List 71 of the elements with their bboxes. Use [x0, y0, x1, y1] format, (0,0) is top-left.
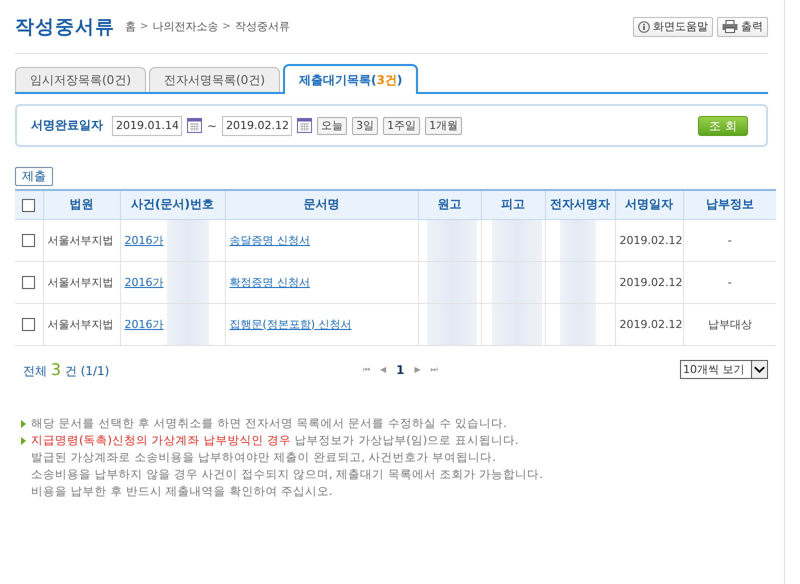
- table-cell: 납부대상: [683, 303, 776, 345]
- column-header: 전자서명자: [545, 190, 615, 219]
- document-link[interactable]: 확정증명 신청서: [230, 276, 310, 288]
- note-text: 소송비용을 납부하지 않을 경우 사건이 접수되지 않으며, 제출대기 목록에서 조회가 가능합니다.: [31, 466, 544, 482]
- table-cell: 서울서부지법: [43, 219, 120, 261]
- column-header: 납부정보: [683, 190, 776, 219]
- table-cell: 2019.02.12: [615, 219, 683, 261]
- page-number[interactable]: 1: [396, 362, 405, 376]
- select-all-checkbox[interactable]: [22, 198, 36, 212]
- redacted-area: [560, 304, 596, 344]
- range-separator: ~: [207, 118, 218, 132]
- redacted-area: [560, 220, 596, 260]
- range-button[interactable]: 오늘: [317, 116, 348, 134]
- redacted-area: [492, 304, 542, 344]
- page-title: 작성중서류: [15, 14, 115, 40]
- table-cell: -: [683, 219, 776, 261]
- table-cell: 서울서부지법: [43, 261, 120, 303]
- redacted-area: [426, 304, 476, 344]
- end-date-field[interactable]: 2019.02.12: [222, 116, 292, 136]
- note-text: 발급된 가상계좌로 소송비용을 납부하여야만 제출이 완료되고, 사건번호가 부여됩니다.: [31, 450, 497, 464]
- date-label: 서명완료일자: [31, 117, 103, 134]
- table-cell: 서울서부지법: [43, 303, 120, 345]
- help-button[interactable]: 화면도움말: [633, 16, 713, 36]
- note-text: 해당 문서를 선택한 후 서명취소를 하면 전자서명 목록에서 문서를 수정하실 수 있습니다.: [31, 416, 508, 430]
- dropdown-caret-icon: [751, 361, 767, 378]
- row-checkbox[interactable]: [22, 318, 36, 331]
- column-header: 문서명: [225, 190, 418, 219]
- row-checkbox[interactable]: [22, 234, 36, 247]
- column-header: 피고: [481, 190, 545, 219]
- redacted-area: [492, 220, 542, 260]
- range-button[interactable]: 1개월: [425, 116, 462, 134]
- column-header: 원고: [418, 190, 481, 219]
- column-header: 사건(문서)번호: [120, 190, 225, 219]
- print-button[interactable]: 출력: [717, 16, 768, 36]
- redacted-area: [426, 262, 476, 302]
- total-count: 전체 3 건 (1/1): [23, 360, 110, 380]
- printer-icon: [722, 20, 738, 33]
- tab[interactable]: 임시저장목록(0건): [15, 67, 146, 92]
- range-button[interactable]: 3일: [352, 116, 378, 134]
- bullet-icon: [21, 436, 26, 444]
- bullet-icon: [21, 420, 26, 428]
- note-text: 지급명령(독촉)신청의 가상계좌 납부방식인 경우 납부정보가 가상납부(임)으로 표시됩니다.: [31, 432, 520, 448]
- calendar-icon[interactable]: [187, 118, 202, 133]
- tab[interactable]: 제출대기목록(3건): [283, 64, 418, 94]
- column-header: 서명일자: [615, 190, 683, 219]
- breadcrumb-item[interactable]: 작성중서류: [234, 19, 290, 34]
- table-cell: 2019.02.12: [615, 303, 683, 345]
- calendar-icon[interactable]: [297, 118, 312, 133]
- table-cell: -: [683, 261, 776, 303]
- breadcrumb-item[interactable]: 나의전자소송: [152, 19, 218, 34]
- redacted-area: [560, 262, 596, 302]
- tab[interactable]: 전자서명목록(0건): [149, 67, 280, 92]
- redacted-area: [492, 262, 542, 302]
- redacted-area: [426, 220, 476, 260]
- table-cell: 2019.02.12: [615, 261, 683, 303]
- info-icon: [638, 20, 650, 32]
- document-link[interactable]: 집행문(정본포함) 신청서: [230, 318, 352, 330]
- breadcrumb-separator: >: [140, 21, 148, 32]
- start-date-field[interactable]: 2019.01.14: [112, 116, 182, 136]
- page-size-select[interactable]: 10개씩 보기: [680, 360, 768, 379]
- submit-button[interactable]: 제출: [15, 167, 53, 186]
- range-button[interactable]: 1주일: [383, 116, 420, 134]
- note-text: 비용을 납부한 후 반드시 제출내역을 확인하여 주십시오.: [31, 484, 334, 498]
- breadcrumb-separator: >: [222, 21, 231, 32]
- document-link[interactable]: 송달증명 신청서: [230, 234, 310, 246]
- row-checkbox[interactable]: [22, 276, 36, 289]
- case-number-link[interactable]: 2016가: [124, 234, 164, 246]
- case-number-link[interactable]: 2016가: [124, 318, 164, 330]
- breadcrumb-item[interactable]: 홈: [125, 19, 136, 34]
- column-header: 법원: [43, 190, 120, 219]
- case-number-link[interactable]: 2016가: [124, 276, 164, 288]
